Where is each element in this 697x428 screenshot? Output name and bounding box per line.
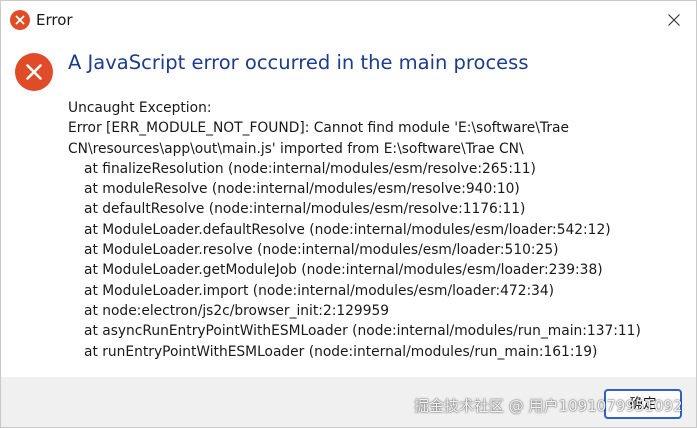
dialog-heading: A JavaScript error occurred in the main … <box>68 51 529 74</box>
stack-trace-line: at asyncRunEntryPointWithESMLoader (node… <box>84 323 641 340</box>
window-title: Error <box>36 11 73 29</box>
stack-trace-line: at ModuleLoader.getModuleJob (node:inter… <box>84 262 603 279</box>
message-line: Error [ERR_MODULE_NOT_FOUND]: Cannot fin… <box>68 120 569 137</box>
error-icon <box>10 10 30 30</box>
stack-trace-line: at moduleResolve (node:internal/modules/… <box>84 181 520 198</box>
title-bar[interactable]: Error <box>1 1 696 39</box>
close-button[interactable] <box>651 1 696 39</box>
message-line: Uncaught Exception: <box>68 100 212 116</box>
stack-trace-line: at defaultResolve (node:internal/modules… <box>84 201 526 218</box>
message-line: CN\resources\app\out\main.js' imported f… <box>68 140 524 157</box>
stack-trace-line: at ModuleLoader.defaultResolve (node:int… <box>84 221 611 238</box>
stack-trace-line: at finalizeResolution (node:internal/mod… <box>84 160 536 177</box>
error-icon <box>15 53 53 91</box>
stack-trace-line: at ModuleLoader.resolve (node:internal/m… <box>84 242 559 259</box>
watermark: 掘金技术社区 @ 用户1091079951092 <box>414 397 683 415</box>
stack-trace-line: at node:electron/js2c/browser_init:2:129… <box>84 302 390 319</box>
error-dialog-window: Error A JavaScript error occurred in the… <box>0 0 697 428</box>
stack-trace-line: at ModuleLoader.import (node:internal/mo… <box>84 282 555 299</box>
error-message: Uncaught Exception: Error [ERR_MODULE_NO… <box>68 98 688 362</box>
close-icon <box>668 14 680 26</box>
stack-trace-line: at runEntryPointWithESMLoader (node:inte… <box>84 343 598 360</box>
